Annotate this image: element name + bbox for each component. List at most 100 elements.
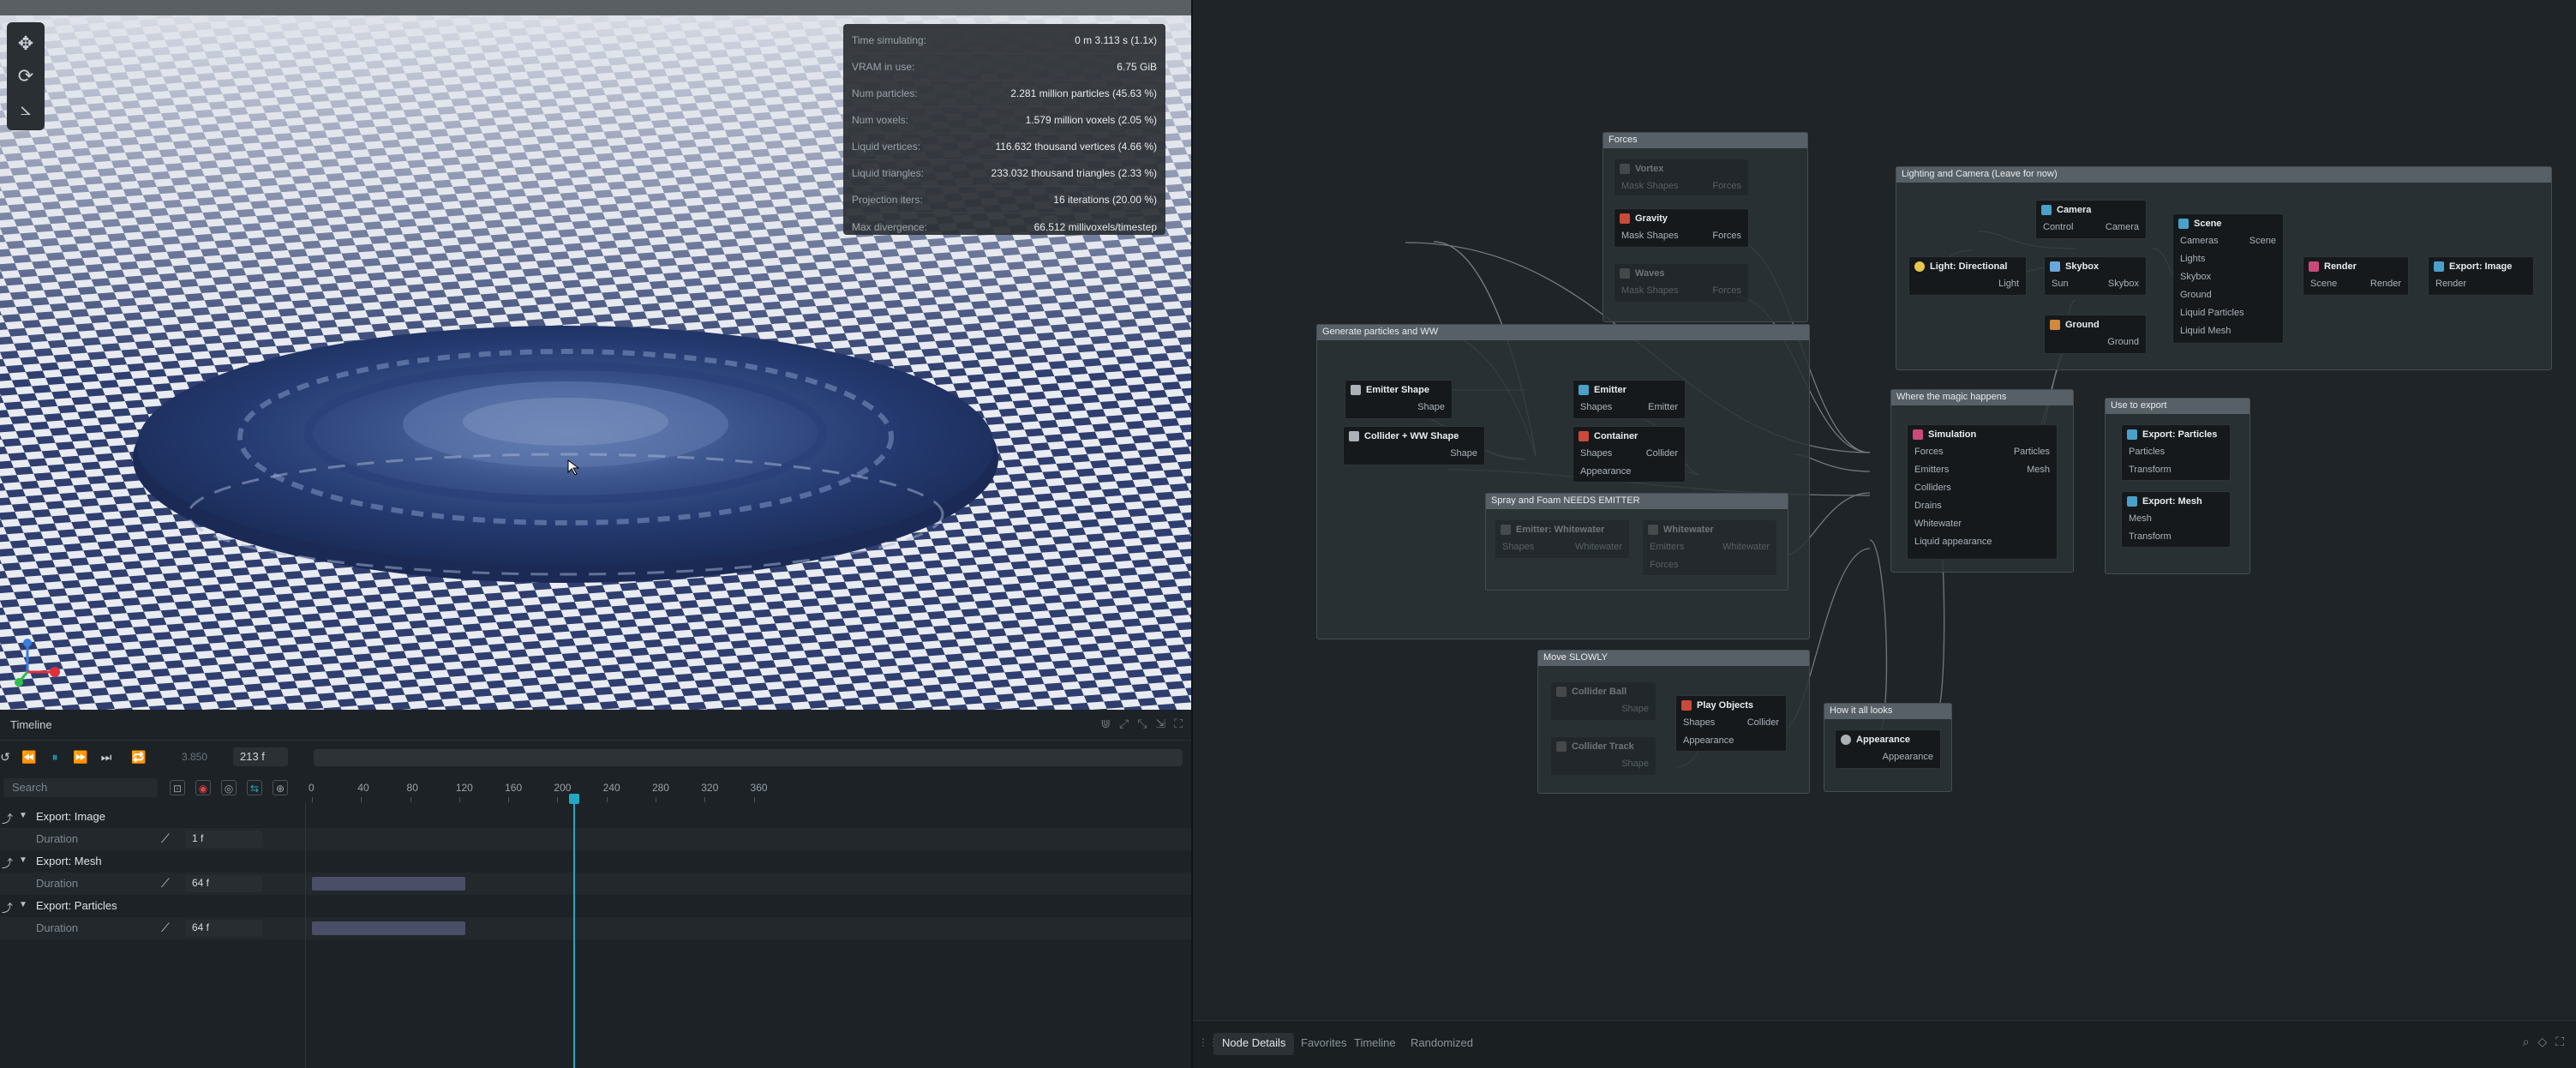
input-port[interactable]: Colliders bbox=[1914, 483, 1951, 495]
group-export[interactable]: Use to export Export: Particles Particle… bbox=[2105, 398, 2250, 574]
fullscreen-icon[interactable]: ⛶ bbox=[2555, 1035, 2564, 1049]
3d-viewport[interactable]: ✥ ⟳ ⦣ Time simulating: 0 m 3.113 s (1.1x)… bbox=[0, 0, 1191, 710]
tab-node-details[interactable]: Node Details bbox=[1213, 1033, 1295, 1055]
node-waves[interactable]: Waves Mask Shapes Forces bbox=[1614, 263, 1749, 303]
curve-icon[interactable]: ⟋ bbox=[161, 831, 170, 846]
chevron-down-icon[interactable]: ▼ bbox=[19, 855, 27, 865]
input-port[interactable]: Emitters bbox=[1650, 542, 1684, 555]
input-port[interactable]: Particles bbox=[2129, 447, 2165, 459]
input-port[interactable]: Mask Shapes bbox=[1621, 231, 1679, 243]
input-port[interactable]: Skybox bbox=[2180, 272, 2211, 285]
chevron-down-icon[interactable]: ▼ bbox=[19, 811, 27, 820]
output-port[interactable]: Camera bbox=[2106, 222, 2139, 235]
output-port[interactable]: Ground bbox=[2107, 337, 2139, 350]
input-port[interactable]: Appearance bbox=[1683, 735, 1734, 748]
node-emitter-shape[interactable]: Emitter Shape Shape bbox=[1345, 380, 1453, 419]
track-export-mesh[interactable]: ⤴ ▼ Export: Mesh bbox=[0, 850, 1191, 873]
reset-icon[interactable]: ↺ bbox=[0, 748, 14, 765]
pause-icon[interactable]: ⏸ bbox=[46, 748, 63, 765]
input-port[interactable]: Emitters bbox=[1914, 465, 1949, 477]
group-generate-particles[interactable]: Generate particles and WW Emitter Shape … bbox=[1316, 324, 1810, 639]
tab-randomized[interactable]: Randomized bbox=[1402, 1033, 1482, 1055]
playhead-handle[interactable] bbox=[569, 794, 580, 804]
input-port[interactable]: Shapes bbox=[1683, 717, 1715, 730]
node-collider-ww-shape[interactable]: Collider + WW Shape Shape bbox=[1343, 426, 1485, 465]
output-port[interactable]: Collider bbox=[1747, 717, 1779, 730]
node-skybox[interactable]: Skybox Sun Skybox bbox=[2044, 256, 2147, 296]
input-port[interactable]: Shapes bbox=[1580, 448, 1612, 461]
node-graph-canvas[interactable]: Forces Vortex Mask Shapes Forces Gravity … bbox=[1193, 0, 2576, 1020]
output-port[interactable]: Particles bbox=[2014, 447, 2050, 459]
track-export-image[interactable]: ⤴ ▼ Export: Image bbox=[0, 806, 1191, 828]
node-collider-ball[interactable]: Collider Ball Shape bbox=[1550, 681, 1656, 721]
input-port[interactable]: Liquid Mesh bbox=[2180, 326, 2231, 339]
scrub-bar[interactable] bbox=[314, 749, 1183, 766]
node-whitewater[interactable]: Whitewater Emitters Whitewater Forces bbox=[1642, 519, 1777, 576]
input-port[interactable]: Cameras bbox=[2180, 236, 2219, 249]
output-port[interactable]: Render bbox=[2370, 279, 2401, 291]
expand-icon[interactable]: ⤢ bbox=[1119, 717, 1129, 731]
axes-icon[interactable]: ⦣ bbox=[13, 96, 39, 122]
search-icon[interactable]: ⌕ bbox=[2523, 1035, 2530, 1049]
node-ground[interactable]: Ground Ground bbox=[2044, 315, 2147, 354]
output-port[interactable]: Shape bbox=[1621, 704, 1649, 717]
rotate-icon[interactable]: ⟳ bbox=[13, 63, 39, 89]
playhead[interactable] bbox=[573, 795, 576, 1068]
input-port[interactable]: Liquid appearance bbox=[1914, 537, 1992, 549]
fit-icon[interactable]: ⤡ bbox=[1137, 717, 1147, 731]
add-track-icon[interactable]: ⊕ bbox=[273, 780, 288, 795]
output-port[interactable]: Whitewater bbox=[1722, 542, 1770, 555]
output-port[interactable]: Appearance bbox=[1883, 752, 1933, 765]
input-port[interactable]: Ground bbox=[2180, 290, 2212, 303]
rewind-icon[interactable]: ⏪ bbox=[21, 748, 38, 765]
output-port[interactable]: Forces bbox=[1712, 231, 1741, 243]
input-port[interactable]: Shapes bbox=[1580, 402, 1612, 415]
tab-timeline[interactable]: Timeline bbox=[1345, 1033, 1405, 1055]
select-icon[interactable]: ⊡ bbox=[170, 780, 185, 795]
node-render[interactable]: Render Scene Render bbox=[2303, 256, 2409, 296]
input-port[interactable]: Mask Shapes bbox=[1621, 181, 1679, 194]
magnet-icon[interactable]: ⋓ bbox=[1100, 717, 1111, 731]
output-port[interactable]: Forces bbox=[1712, 181, 1741, 194]
node-emitter-whitewater[interactable]: Emitter: Whitewater Shapes Whitewater bbox=[1495, 519, 1630, 559]
group-how-it-looks[interactable]: How it all looks Appearance Appearance bbox=[1824, 703, 1952, 792]
track-search-input[interactable]: Search bbox=[3, 778, 158, 797]
node-light-directional[interactable]: Light: Directional Light bbox=[1908, 256, 2027, 296]
node-camera[interactable]: Camera Control Camera bbox=[2035, 200, 2147, 239]
node-collider-track[interactable]: Collider Track Shape bbox=[1550, 736, 1656, 776]
axis-gizmo-icon[interactable] bbox=[12, 636, 63, 687]
node-emitter[interactable]: Emitter Shapes Emitter bbox=[1573, 380, 1686, 419]
duration-field[interactable]: 64 f bbox=[185, 920, 262, 937]
node-export-mesh[interactable]: Export: Mesh Mesh Transform bbox=[2121, 491, 2231, 548]
input-port[interactable]: Liquid Particles bbox=[2180, 308, 2244, 321]
node-simulation[interactable]: Simulation Forces Particles Emitters Mesh … bbox=[1907, 424, 2058, 560]
input-port[interactable]: Sun bbox=[2052, 279, 2069, 291]
curve-icon[interactable]: ⟋ bbox=[161, 921, 170, 935]
output-port[interactable]: Light bbox=[1998, 279, 2019, 291]
output-port[interactable]: Collider bbox=[1646, 448, 1678, 461]
record-icon[interactable]: ◉ bbox=[195, 780, 211, 795]
timeline-ruler[interactable]: 0 40 80 120 160 200 240 280 320 360 bbox=[309, 778, 1191, 802]
input-port[interactable]: Control bbox=[2043, 222, 2073, 235]
fast-forward-icon[interactable]: ⏭ bbox=[98, 748, 115, 765]
node-export-particles[interactable]: Export: Particles Particles Transform bbox=[2121, 424, 2231, 481]
input-port[interactable]: Scene bbox=[2310, 279, 2337, 291]
link-icon[interactable]: ⇆ bbox=[247, 780, 262, 795]
node-scene[interactable]: Scene Cameras Scene Lights Skybox Ground … bbox=[2172, 213, 2284, 344]
output-port[interactable]: Emitter bbox=[1648, 402, 1678, 415]
maximize-icon[interactable]: ⛶ bbox=[1174, 717, 1183, 731]
output-port[interactable]: Shape bbox=[1417, 402, 1445, 415]
node-export-image[interactable]: Export: Image Render bbox=[2428, 256, 2534, 296]
output-port[interactable]: Whitewater bbox=[1575, 542, 1622, 555]
track-param-row[interactable]: Duration ⟋ 64 f bbox=[0, 917, 1191, 939]
move-icon[interactable]: ✥ bbox=[13, 31, 39, 57]
input-port[interactable]: Lights bbox=[2180, 254, 2205, 267]
loop-icon[interactable]: 🔁 bbox=[130, 748, 147, 765]
input-port[interactable]: Forces bbox=[1650, 560, 1679, 573]
group-forces[interactable]: Forces Vortex Mask Shapes Forces Gravity … bbox=[1603, 132, 1808, 322]
input-port[interactable]: Mask Shapes bbox=[1621, 285, 1679, 298]
output-port[interactable]: Scene bbox=[2250, 236, 2276, 249]
input-port[interactable]: Whitewater bbox=[1914, 519, 1962, 531]
duration-field[interactable]: 64 f bbox=[185, 875, 262, 892]
track-param-row[interactable]: Duration ⟋ 64 f bbox=[0, 873, 1191, 895]
